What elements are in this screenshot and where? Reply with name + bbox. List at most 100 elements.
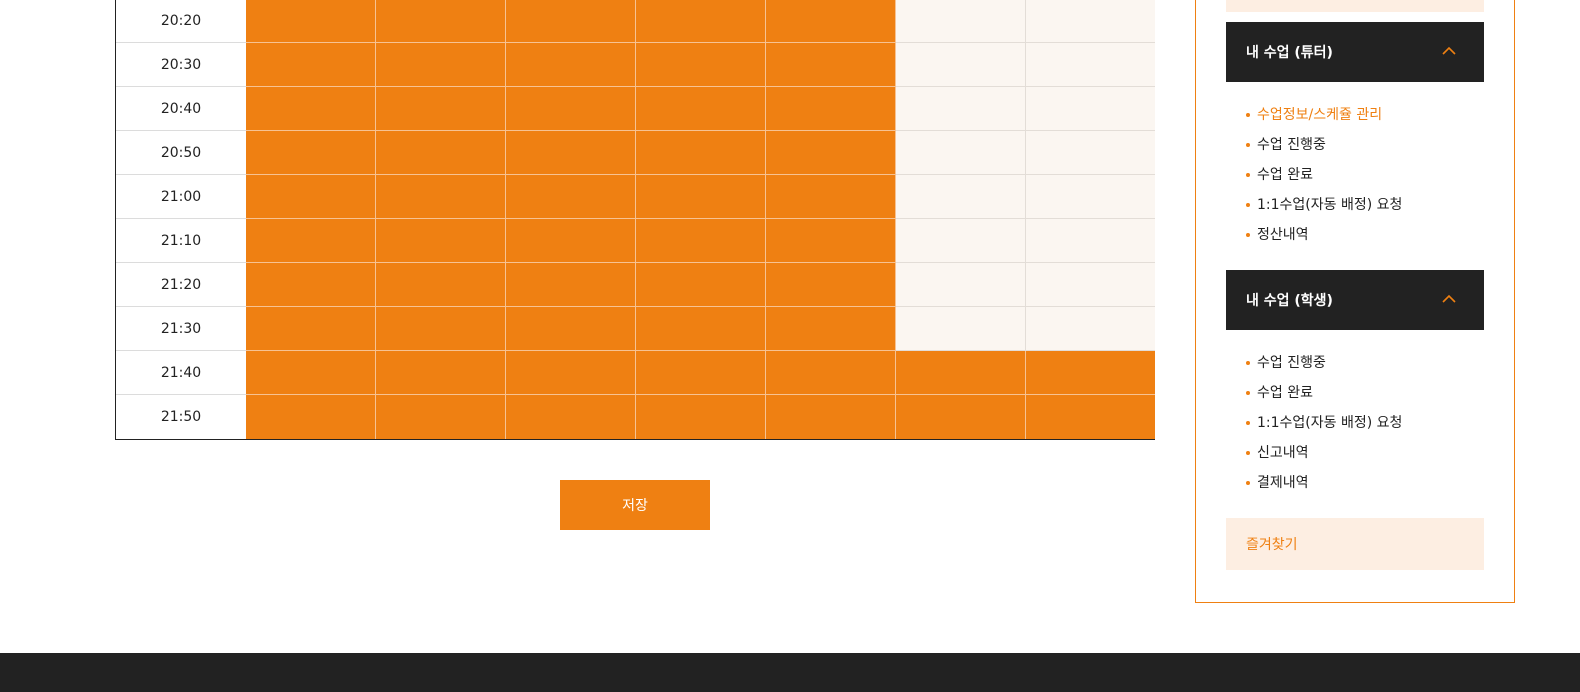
schedule-row: 21:30: [116, 307, 1155, 351]
time-slot[interactable]: [506, 0, 636, 43]
time-slot[interactable]: [506, 351, 636, 395]
time-slot[interactable]: [376, 351, 506, 395]
time-slot[interactable]: [246, 43, 376, 87]
time-slot[interactable]: [766, 87, 896, 131]
time-slot[interactable]: [766, 351, 896, 395]
tutor-menu-list: 수업정보/스케쥴 관리수업 진행중수업 완료 1:1수업(자동 배정) 요청 정산내…: [1246, 100, 1402, 250]
time-slot[interactable]: [1026, 0, 1155, 43]
chevron-up-icon: [1442, 294, 1456, 303]
schedule-row: 21:40: [116, 351, 1155, 395]
time-slot[interactable]: [636, 307, 766, 351]
time-slot[interactable]: [636, 219, 766, 263]
time-slot[interactable]: [636, 131, 766, 175]
time-slot[interactable]: [896, 87, 1026, 131]
time-slot[interactable]: [246, 131, 376, 175]
time-slot[interactable]: [636, 43, 766, 87]
menu-item-label: 수업 완료: [1257, 385, 1313, 401]
time-slot[interactable]: [1026, 219, 1155, 263]
schedule-row: 21:10: [116, 219, 1155, 263]
time-slot[interactable]: [1026, 131, 1155, 175]
time-slot[interactable]: [1026, 87, 1155, 131]
time-slot[interactable]: [1026, 263, 1155, 307]
time-slot[interactable]: [1026, 307, 1155, 351]
time-slot[interactable]: [896, 0, 1026, 43]
menu-item-label: 신고내역: [1257, 445, 1309, 461]
time-slot[interactable]: [766, 175, 896, 219]
time-slot[interactable]: [766, 307, 896, 351]
time-label: 20:30: [116, 43, 246, 87]
time-slot[interactable]: [246, 263, 376, 307]
time-slot[interactable]: [376, 43, 506, 87]
time-slot[interactable]: [896, 351, 1026, 395]
menu-item[interactable]: 1:1수업(자동 배정) 요청: [1246, 408, 1402, 438]
menu-item[interactable]: 수업 완료: [1246, 378, 1402, 408]
time-slot[interactable]: [636, 395, 766, 439]
bullet-dot-icon: [1246, 173, 1250, 177]
time-slot[interactable]: [1026, 175, 1155, 219]
time-slot[interactable]: [376, 87, 506, 131]
time-slot[interactable]: [896, 307, 1026, 351]
time-slot[interactable]: [896, 263, 1026, 307]
time-slot[interactable]: [246, 395, 376, 439]
time-slot[interactable]: [636, 175, 766, 219]
time-slot[interactable]: [506, 395, 636, 439]
time-slot[interactable]: [376, 263, 506, 307]
time-slot[interactable]: [896, 175, 1026, 219]
time-slot[interactable]: [766, 395, 896, 439]
time-slot[interactable]: [1026, 351, 1155, 395]
time-slot[interactable]: [766, 43, 896, 87]
menu-item[interactable]: 수업 진행중: [1246, 130, 1402, 160]
time-slot[interactable]: [766, 0, 896, 43]
time-slot[interactable]: [246, 87, 376, 131]
favorites-link[interactable]: 즐겨찾기: [1226, 518, 1484, 570]
time-slot[interactable]: [506, 175, 636, 219]
time-slot[interactable]: [506, 43, 636, 87]
schedule-grid: 20:20 20:30 20:40 20:50 21:00 21:10 21:20 21:30…: [115, 0, 1155, 440]
menu-item[interactable]: 수업 완료: [1246, 160, 1402, 190]
time-slot[interactable]: [376, 219, 506, 263]
time-slot[interactable]: [636, 87, 766, 131]
time-slot[interactable]: [896, 395, 1026, 439]
time-slot[interactable]: [376, 307, 506, 351]
time-slot[interactable]: [896, 131, 1026, 175]
student-menu-list: 수업 진행중수업 완료 1:1수업(자동 배정) 요청신고내역결제내역: [1246, 348, 1402, 498]
time-slot[interactable]: [506, 307, 636, 351]
menu-item[interactable]: 결제내역: [1246, 468, 1402, 498]
time-slot[interactable]: [506, 219, 636, 263]
menu-item[interactable]: 수업 진행중: [1246, 348, 1402, 378]
time-slot[interactable]: [376, 395, 506, 439]
footer: [0, 653, 1580, 692]
time-slot[interactable]: [636, 0, 766, 43]
time-slot[interactable]: [506, 263, 636, 307]
time-slot[interactable]: [766, 263, 896, 307]
time-slot[interactable]: [246, 0, 376, 43]
time-slot[interactable]: [506, 87, 636, 131]
menu-item[interactable]: 신고내역: [1246, 438, 1402, 468]
time-slot[interactable]: [636, 351, 766, 395]
time-label: 20:50: [116, 131, 246, 175]
menu-header-student[interactable]: 내 수업 (학생): [1226, 270, 1484, 330]
time-slot[interactable]: [376, 0, 506, 43]
time-slot[interactable]: [246, 219, 376, 263]
menu-item[interactable]: 1:1수업(자동 배정) 요청: [1246, 190, 1402, 220]
menu-item-label: 수업 진행중: [1257, 137, 1326, 153]
time-slot[interactable]: [766, 131, 896, 175]
time-slot[interactable]: [246, 175, 376, 219]
time-slot[interactable]: [896, 219, 1026, 263]
time-slot[interactable]: [376, 131, 506, 175]
time-slot[interactable]: [1026, 395, 1155, 439]
time-slot[interactable]: [636, 263, 766, 307]
save-button[interactable]: 저장: [560, 480, 710, 530]
menu-item[interactable]: 정산내역: [1246, 220, 1402, 250]
time-slot[interactable]: [766, 219, 896, 263]
time-slot[interactable]: [246, 307, 376, 351]
menu-header-tutor[interactable]: 내 수업 (튜터): [1226, 22, 1484, 82]
time-slot[interactable]: [376, 175, 506, 219]
time-slot[interactable]: [896, 43, 1026, 87]
time-slot[interactable]: [1026, 43, 1155, 87]
bullet-dot-icon: [1246, 481, 1250, 485]
menu-item[interactable]: 수업정보/스케쥴 관리: [1246, 100, 1402, 130]
time-slot[interactable]: [506, 131, 636, 175]
time-slot[interactable]: [246, 351, 376, 395]
menu-item-label: 1:1수업(자동 배정) 요청: [1257, 415, 1403, 431]
